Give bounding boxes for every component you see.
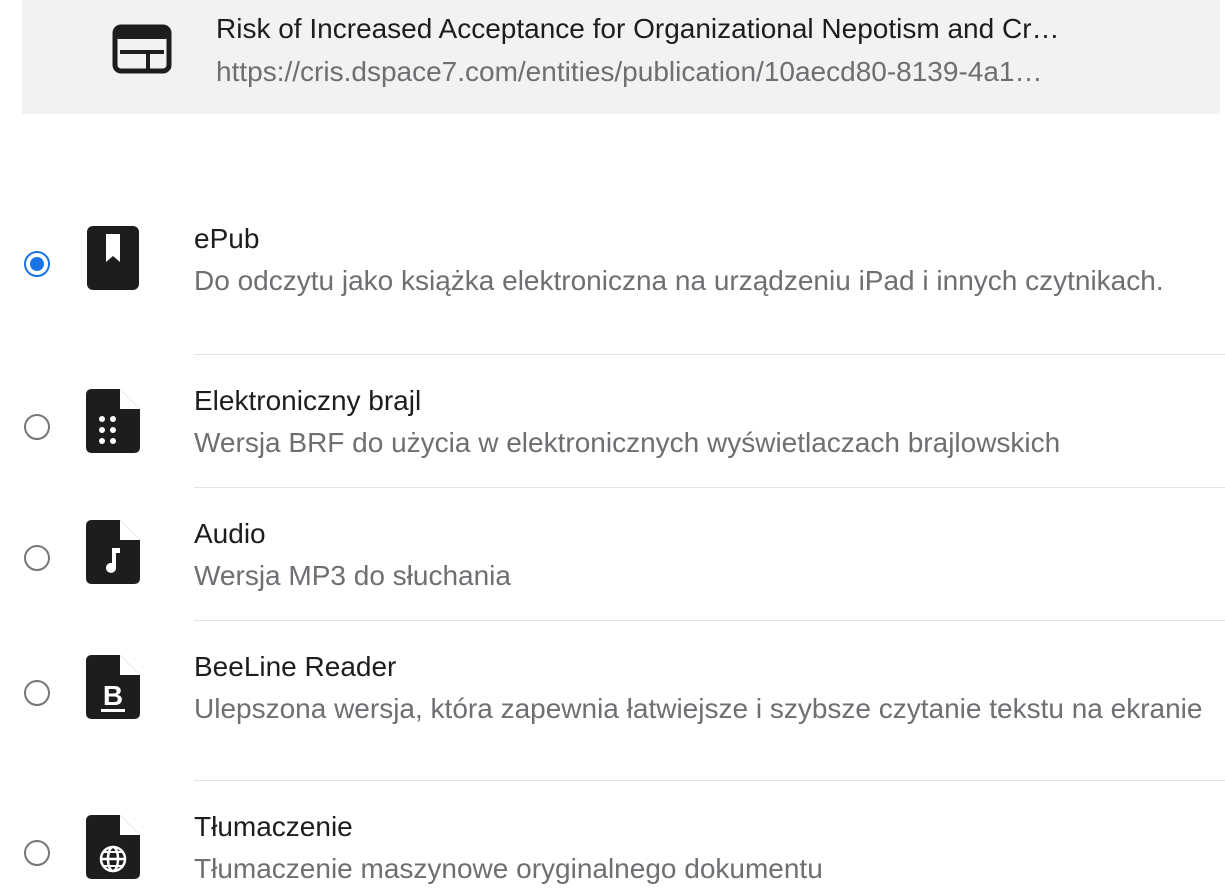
- radio-beeline[interactable]: [24, 680, 50, 706]
- beeline-file-icon: B: [86, 655, 140, 719]
- format-option-translation[interactable]: Tłumaczenie Tłumaczenie maszynowe orygin…: [22, 806, 1220, 888]
- option-description: Wersja BRF do użycia w elektronicznych w…: [194, 427, 1061, 458]
- divider: [194, 780, 1225, 781]
- radio-translation[interactable]: [24, 840, 50, 866]
- format-option-braille[interactable]: Elektroniczny brajl Wersja BRF do użycia…: [22, 380, 1220, 488]
- option-title: BeeLine Reader: [194, 651, 397, 682]
- translation-file-icon: [86, 815, 140, 879]
- option-title: Audio: [194, 518, 266, 549]
- divider: [194, 620, 1225, 621]
- option-description: Tłumaczenie maszynowe oryginalnego dokum…: [194, 853, 823, 884]
- braille-file-icon: [86, 389, 140, 453]
- radio-audio[interactable]: [24, 545, 50, 571]
- option-description: Wersja MP3 do słuchania: [194, 560, 511, 591]
- option-description: Ulepszona wersja, która zapewnia łatwiej…: [194, 693, 1203, 724]
- format-option-epub[interactable]: ePub Do odczytu jako książka elektronicz…: [22, 220, 1220, 355]
- divider: [194, 487, 1225, 488]
- format-option-audio[interactable]: Audio Wersja MP3 do słuchania: [22, 513, 1220, 621]
- option-title: Tłumaczenie: [194, 811, 353, 842]
- source-document-card[interactable]: Risk of Increased Acceptance for Organiz…: [22, 0, 1220, 114]
- option-title: Elektroniczny brajl: [194, 385, 422, 416]
- bookmark-book-icon: [87, 226, 139, 290]
- option-title: ePub: [194, 223, 260, 254]
- divider: [194, 354, 1225, 355]
- radio-braille[interactable]: [24, 414, 50, 440]
- radio-epub[interactable]: [24, 251, 50, 277]
- audio-file-icon: [86, 520, 140, 584]
- format-option-beeline[interactable]: B BeeLine Reader Ulepszona wersja, która…: [22, 646, 1220, 781]
- web-page-icon: [112, 24, 172, 74]
- source-url: https://cris.dspace7.com/entities/public…: [216, 56, 1043, 87]
- option-description: Do odczytu jako książka elektroniczna na…: [194, 265, 1164, 296]
- svg-text:B: B: [103, 680, 123, 711]
- source-title: Risk of Increased Acceptance for Organiz…: [216, 13, 1060, 44]
